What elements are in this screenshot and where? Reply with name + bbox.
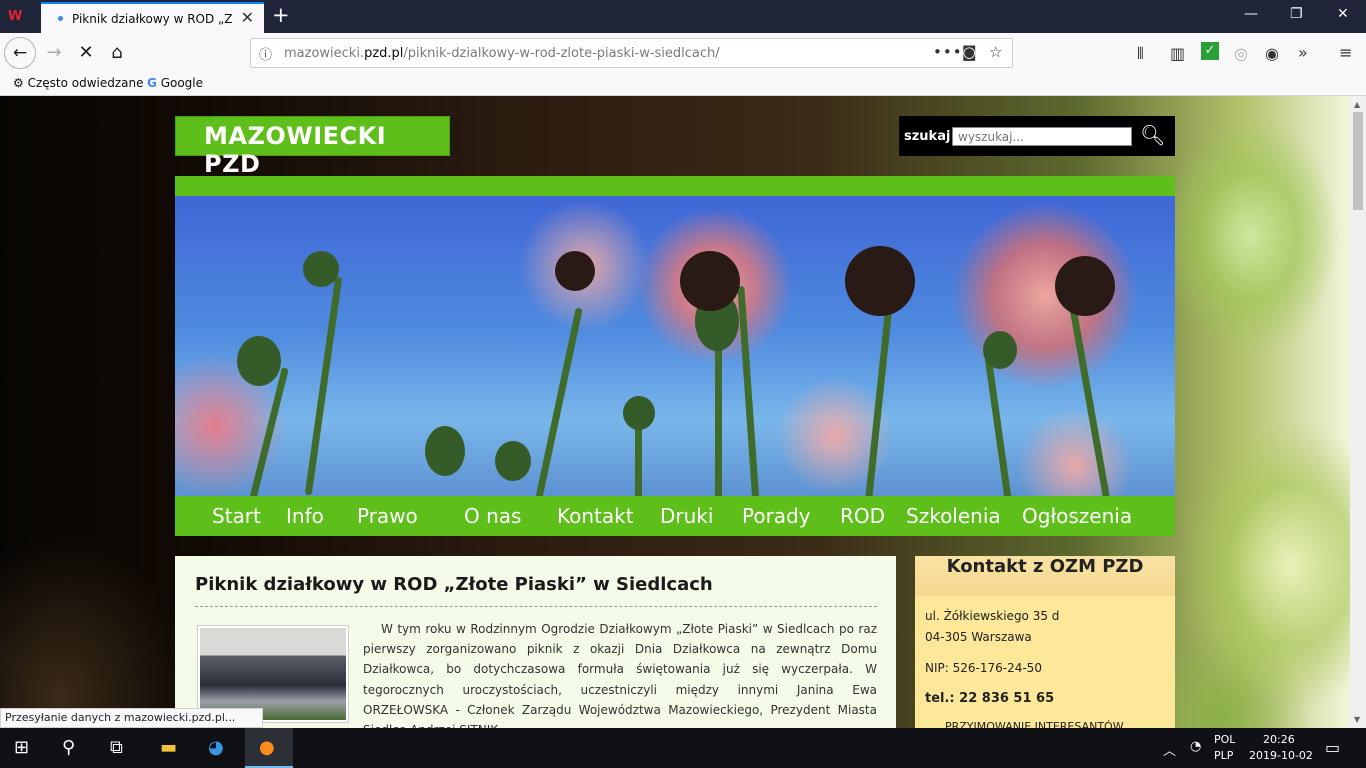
bookmark-google[interactable]: G Google (147, 76, 203, 90)
task-view-icon[interactable]: ⧉ (110, 737, 123, 758)
menu-item-start[interactable]: Start (212, 504, 261, 528)
status-bar: Przesyłanie danych z mazowiecki.pzd.pl..… (0, 708, 263, 728)
menu-item-ogloszenia[interactable]: Ogłoszenia (1022, 504, 1132, 528)
flower-banner (175, 196, 1175, 496)
clock-date[interactable]: 2019-10-02 (1249, 749, 1313, 762)
menu-item-rod[interactable]: ROD (840, 504, 885, 528)
info-icon[interactable]: ⓘ (259, 44, 272, 63)
firefox-taskbar-button[interactable]: ● (245, 728, 293, 768)
app-icon[interactable]: ◕ (208, 737, 224, 758)
account-icon[interactable]: ◉ (1265, 44, 1279, 63)
tab-strip: W Piknik działkowy w ROD „Złote ✕ + — ❐ … (0, 0, 1366, 33)
sidebar-icon[interactable]: ▥ (1170, 44, 1185, 63)
green-bar (175, 176, 1175, 196)
address-line-1: ul. Żółkiewskiego 35 d (925, 609, 1060, 623)
scroll-thumb[interactable] (1353, 112, 1363, 210)
new-tab-icon[interactable]: + (272, 3, 290, 27)
tab-active[interactable]: Piknik działkowy w ROD „Złote ✕ (41, 2, 264, 33)
sidebar-title: Kontakt z OZM PZD (915, 556, 1175, 596)
network-icon[interactable]: ◔ (1190, 739, 1201, 754)
nip: NIP: 526-176-24-50 (925, 661, 1042, 675)
phone: tel.: 22 836 51 65 (925, 691, 1055, 706)
address-line-2: 04-305 Warszawa (925, 630, 1032, 644)
extension-check-icon[interactable]: ✓ (1201, 42, 1219, 60)
menu-item-szkolenia[interactable]: Szkolenia (906, 504, 1001, 528)
menu-item-porady[interactable]: Porady (742, 504, 811, 528)
taskbar: ⊞ ⚲ ⧉ ▬ ◕ ● ︿ ◔ POL PLP 20:26 2019-10-02… (0, 728, 1366, 768)
gear-icon: ⚙ (13, 76, 24, 90)
page-actions-icon[interactable]: ••• (933, 43, 963, 61)
menu-item-kontakt[interactable]: Kontakt (557, 504, 634, 528)
search-icon[interactable]: 🔍︎ (1140, 123, 1165, 147)
url-text[interactable]: mazowiecki.pzd.pl/piknik-dzialkowy-w-rod… (284, 46, 720, 61)
bookmarks-bar: ⚙ Często odwiedzane G Google (0, 73, 1366, 96)
visitor-hours-heading: PRZYJMOWANIE INTERESANTÓW (945, 720, 1124, 728)
app-logo-icon[interactable]: W (8, 8, 30, 25)
main-menu: Start Info Prawo O nas Kontakt Druki Por… (175, 496, 1175, 536)
article: Piknik działkowy w ROD „Złote Piaski” w … (175, 556, 896, 728)
site-logo[interactable]: MAZOWIECKI PZD (175, 116, 450, 178)
stop-button[interactable]: ✕ (72, 39, 100, 67)
minimize-icon[interactable]: — (1244, 6, 1258, 22)
loading-dot-icon (58, 16, 63, 21)
pocket-icon[interactable]: ◙ (962, 43, 977, 61)
forward-button[interactable]: → (40, 39, 68, 67)
library-icon[interactable]: ⫴ (1137, 44, 1144, 64)
article-title: Piknik działkowy w ROD „Złote Piaski” w … (195, 574, 713, 595)
home-button[interactable]: ⌂ (103, 39, 131, 67)
tray-chevron-icon[interactable]: ︿ (1163, 740, 1176, 759)
file-explorer-icon[interactable]: ▬ (160, 737, 177, 758)
search-icon[interactable]: ⚲ (62, 737, 75, 758)
notifications-icon[interactable]: ▭ (1325, 738, 1340, 757)
menu-item-info[interactable]: Info (286, 504, 324, 528)
language-code[interactable]: POL (1214, 733, 1235, 746)
url-bar[interactable]: ⓘ mazowiecki.pzd.pl/piknik-dzialkowy-w-r… (250, 38, 1013, 68)
overflow-icon[interactable]: » (1298, 43, 1308, 62)
web-page: MAZOWIECKI PZD szukaj 🔍︎ (0, 96, 1350, 728)
contact-sidebar: Kontakt z OZM PZD ul. Żółkiewskiego 35 d… (915, 556, 1175, 728)
search-box: szukaj 🔍︎ (899, 116, 1175, 156)
window-close-icon[interactable]: ✕ (1337, 6, 1349, 22)
tab-title: Piknik działkowy w ROD „Złote (72, 12, 232, 26)
search-input[interactable] (952, 127, 1132, 146)
menu-icon[interactable]: ≡ (1339, 43, 1352, 62)
bookmark-most-visited[interactable]: ⚙ Często odwiedzane (13, 76, 144, 90)
title-divider (195, 606, 877, 607)
close-tab-icon[interactable]: ✕ (241, 8, 254, 27)
keyboard-layout[interactable]: PLP (1214, 749, 1233, 762)
menu-item-prawo[interactable]: Prawo (357, 504, 418, 528)
start-icon[interactable]: ⊞ (14, 737, 29, 758)
bookmark-star-icon[interactable]: ☆ (989, 43, 1002, 61)
menu-item-druki[interactable]: Druki (660, 504, 713, 528)
article-body: W tym roku w Rodzinnym Ogrodzie Działkow… (363, 622, 877, 728)
vertical-scrollbar[interactable]: ▲ ▼ (1350, 96, 1366, 728)
clock-time[interactable]: 20:26 (1263, 733, 1295, 746)
restore-icon[interactable]: ❐ (1290, 6, 1303, 22)
menu-item-o-nas[interactable]: O nas (464, 504, 521, 528)
back-button[interactable]: ← (4, 37, 36, 69)
search-label: szukaj (904, 129, 951, 144)
extension-icon[interactable]: ◎ (1234, 44, 1248, 63)
navigation-bar: ← → ✕ ⌂ ⓘ mazowiecki.pzd.pl/piknik-dzial… (0, 33, 1366, 73)
firefox-icon: ● (259, 737, 275, 758)
google-icon: G (147, 76, 157, 90)
